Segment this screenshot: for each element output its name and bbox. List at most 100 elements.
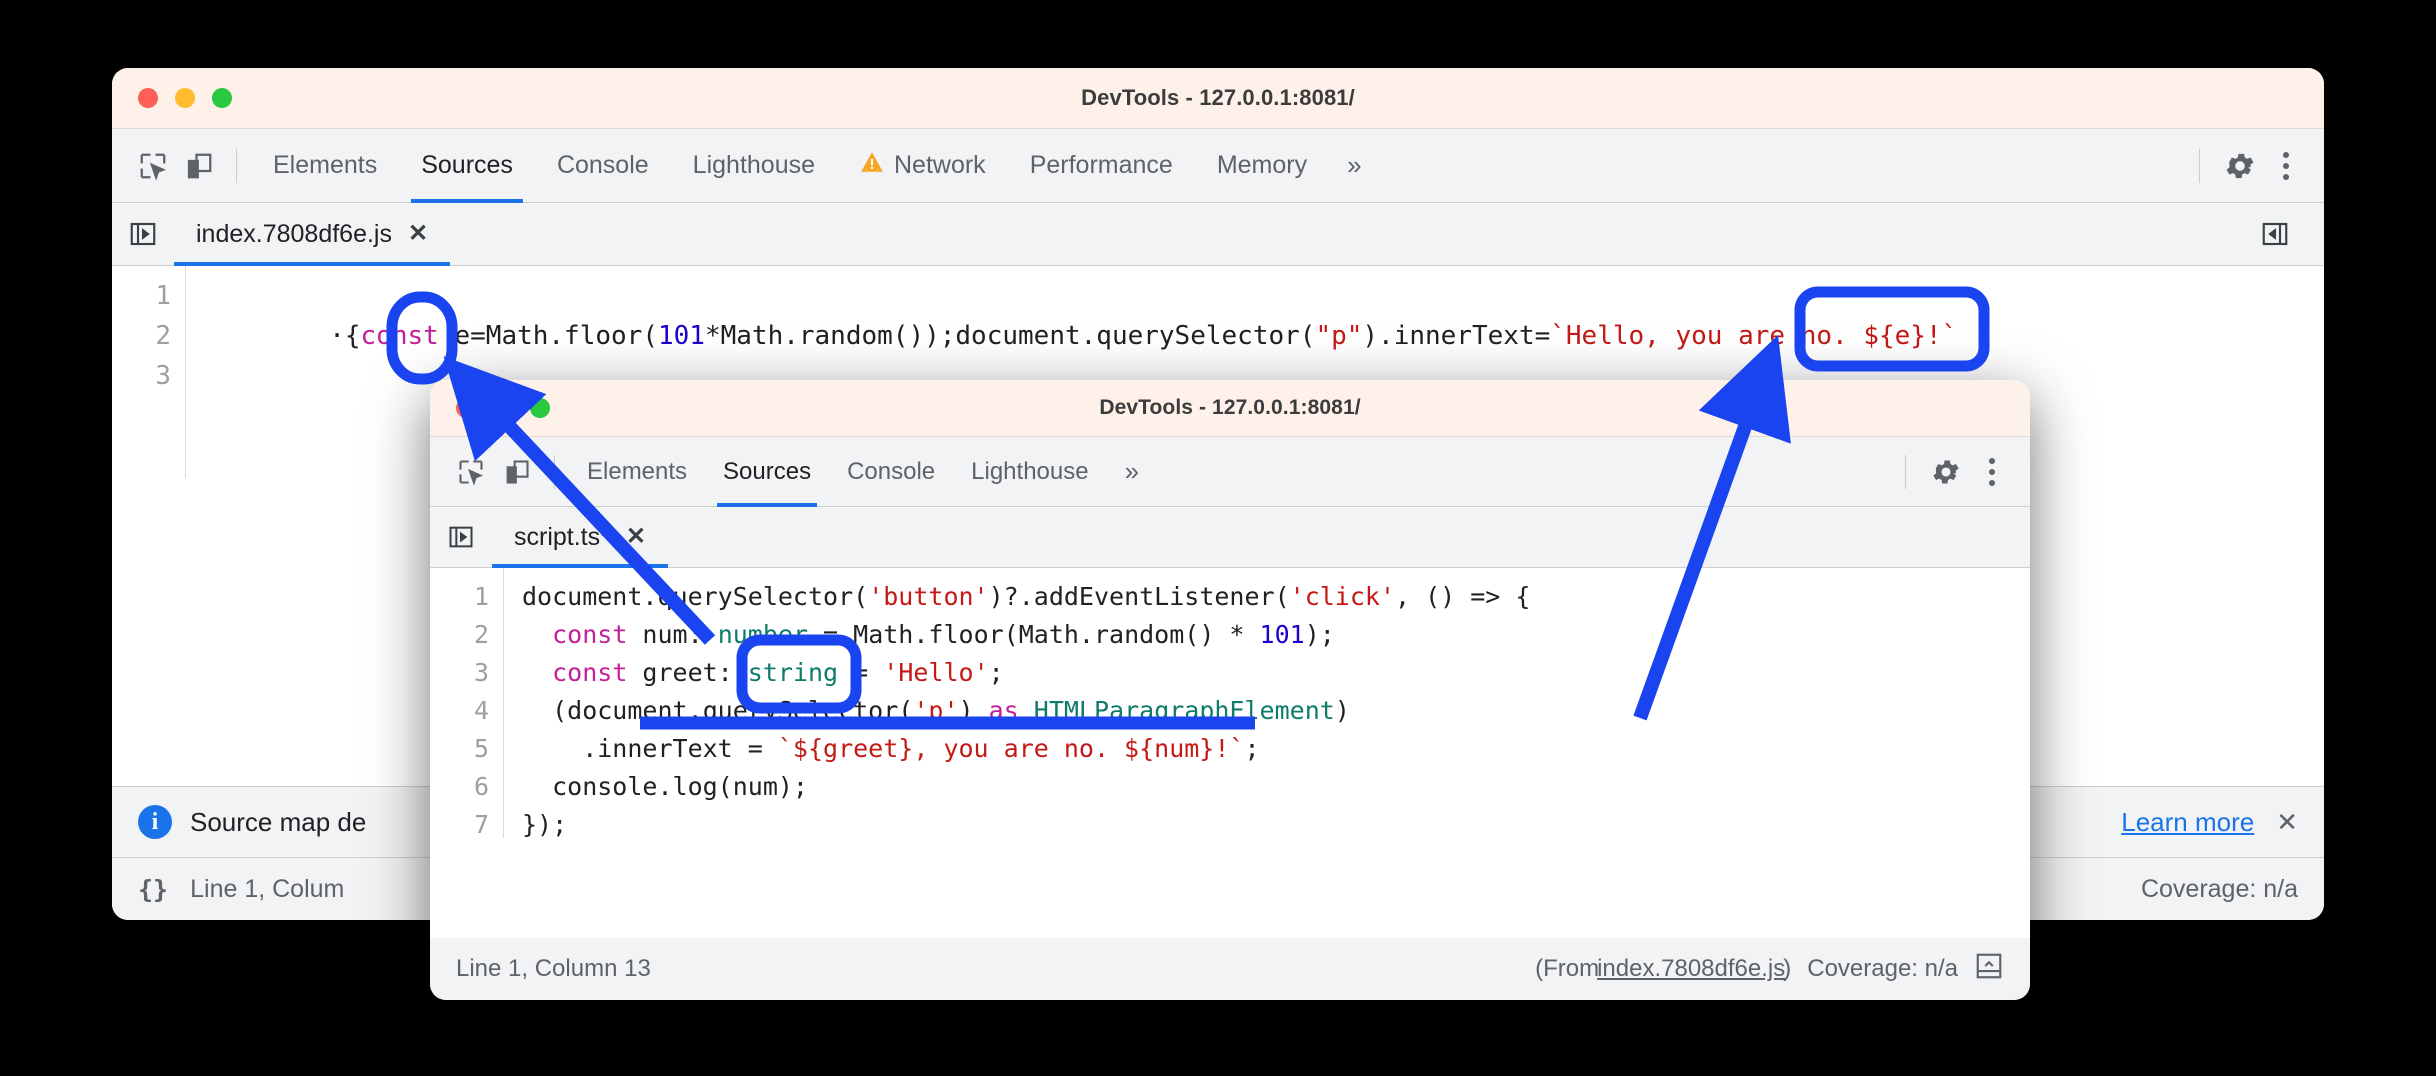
tab-performance-label: Performance [1030,151,1173,180]
back-status-right: Coverage: n/a [2141,875,2298,904]
toolbar-divider [236,149,237,183]
code-line: }); [522,810,567,838]
devtools-window-front: DevTools - 127.0.0.1:8081/ Elements Sour… [430,380,2030,1000]
code-line: const greet: string = 'Hello'; [522,658,1004,687]
tab-memory-label: Memory [1217,151,1307,180]
maximize-window-button[interactable] [212,88,232,108]
warning-triangle-icon [859,149,885,182]
back-traffic-lights[interactable] [112,88,232,108]
tab-lighthouse[interactable]: Lighthouse [953,437,1106,506]
tab-console[interactable]: Console [829,437,953,506]
code-token-keyword: const [361,321,439,351]
back-line-number-gutter: 1 2 3 [112,266,186,478]
tab-sources[interactable]: Sources [705,437,829,506]
maximize-window-button[interactable] [530,398,550,418]
code-token: e=Math.floor( [439,321,658,351]
front-devtools-toolbar: Elements Sources Console Lighthouse » [430,437,2030,507]
coverage-label: Coverage: n/a [1807,955,1958,983]
tab-elements[interactable]: Elements [251,129,399,202]
close-icon[interactable]: ✕ [2276,807,2298,838]
line-number: 2 [430,616,489,654]
show-navigator-icon[interactable] [430,507,492,567]
toolbar-divider-right [2199,149,2200,183]
close-window-button[interactable] [456,398,476,418]
line-number: 7 [430,806,489,838]
front-toolbar-right [1891,446,2012,498]
code-token-number: 101 [658,321,705,351]
pretty-print-icon[interactable]: {} [138,875,168,904]
tab-memory[interactable]: Memory [1195,129,1329,202]
tab-sources-label: Sources [421,151,513,180]
infobar-actions: Learn more ✕ [2121,807,2298,838]
close-window-button[interactable] [138,88,158,108]
show-debugger-icon[interactable] [2244,219,2306,249]
tab-elements-label: Elements [273,151,377,180]
close-icon[interactable]: ✕ [626,525,646,549]
original-source-link[interactable]: index.7808df6e.js [1597,955,1785,983]
source-suffix-label: ) [1783,955,1791,983]
line-number: 3 [430,654,489,692]
inspect-element-icon[interactable] [448,449,494,495]
tab-console-label: Console [557,151,649,180]
tab-elements-label: Elements [587,458,687,486]
gear-icon[interactable] [1920,446,1972,498]
front-window-title: DevTools - 127.0.0.1:8081/ [430,396,2030,420]
tab-performance[interactable]: Performance [1008,129,1195,202]
back-panel-tabs: Elements Sources Console Lighthouse Netw… [251,129,1380,202]
close-icon[interactable]: ✕ [408,222,428,246]
minimize-window-button[interactable] [175,88,195,108]
back-window-title: DevTools - 127.0.0.1:8081/ [112,85,2324,111]
show-navigator-icon[interactable] [112,203,174,265]
inspect-element-icon[interactable] [130,143,176,189]
file-tab-script-ts[interactable]: script.ts* ✕ [492,507,668,567]
code-line: (document.querySelector('p') as HTMLPara… [522,696,1350,725]
tab-network-label: Network [894,151,986,180]
tab-console[interactable]: Console [535,129,671,202]
file-tab-label: script.ts* [514,523,610,552]
line-number: 5 [430,730,489,768]
front-code-content[interactable]: document.querySelector('button')?.addEve… [504,568,2030,838]
file-tab-label: index.7808df6e.js [196,220,392,249]
back-window-titlebar: DevTools - 127.0.0.1:8081/ [112,68,2324,129]
code-token-template: `Hello, you are no. ${e}!` [1550,321,1957,351]
line-number: 3 [112,356,171,396]
kebab-menu-icon[interactable] [1972,446,2012,498]
front-traffic-lights[interactable] [430,398,550,418]
learn-more-link[interactable]: Learn more [2121,807,2254,838]
front-window-titlebar: DevTools - 127.0.0.1:8081/ [430,380,2030,437]
tab-lighthouse[interactable]: Lighthouse [671,129,837,202]
show-drawer-icon[interactable] [1974,951,2004,988]
device-toolbar-icon[interactable] [494,449,540,495]
tab-elements[interactable]: Elements [569,437,705,506]
tab-sources-label: Sources [723,458,811,486]
kebab-menu-icon[interactable] [2266,140,2306,192]
code-line: console.log(num); [522,772,808,801]
file-tab-index-js[interactable]: index.7808df6e.js ✕ [174,203,450,265]
back-devtools-toolbar: Elements Sources Console Lighthouse Netw… [112,129,2324,203]
tab-sources[interactable]: Sources [399,129,535,202]
code-line: document.querySelector('button')?.addEve… [522,582,1530,611]
line-number: 2 [112,316,171,356]
back-toolbar-right [2185,140,2306,192]
toolbar-divider [554,455,555,489]
code-token: *Math.random());document.querySelector( [705,321,1315,351]
tab-lighthouse-label: Lighthouse [693,151,815,180]
line-number: 6 [430,768,489,806]
source-prefix-label: (From [1535,955,1599,983]
line-number: 1 [112,276,171,316]
minimize-window-button[interactable] [493,398,513,418]
infobar-message: Source map de [190,807,366,838]
more-tabs-chevron-icon[interactable]: » [1329,150,1379,181]
front-line-number-gutter: 1 2 3 4 5 6 7 [430,568,504,838]
cursor-position-label: Line 1, Column 13 [456,955,651,983]
gear-icon[interactable] [2214,140,2266,192]
code-line: const num: number = Math.floor(Math.rand… [522,620,1335,649]
line-number: 4 [430,692,489,730]
tab-network[interactable]: Network [837,129,1008,202]
device-toolbar-icon[interactable] [176,143,222,189]
more-tabs-chevron-icon[interactable]: » [1107,456,1157,487]
info-icon: i [138,805,172,839]
code-token: ).innerText= [1362,321,1550,351]
coverage-label: Coverage: n/a [2141,875,2298,904]
front-code-editor[interactable]: 1 2 3 4 5 6 7 document.querySelector('bu… [430,568,2030,838]
